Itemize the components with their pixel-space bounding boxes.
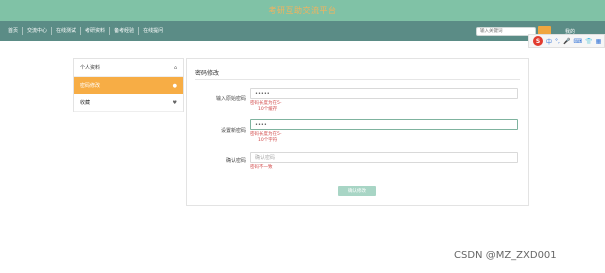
sidebar-item-favorites[interactable]: 收藏 ♥ (74, 94, 183, 112)
sogou-logo-icon[interactable]: S (533, 36, 543, 46)
old-password-label: 输入原始密码 (215, 96, 246, 102)
search-input[interactable] (476, 27, 536, 36)
old-password-field[interactable]: ••••• (250, 88, 518, 99)
ime-toolbar: S 中 °, 🎤 ⌨ 👕 ▦ (528, 34, 605, 48)
ime-mode-label[interactable]: 中 (546, 37, 552, 46)
nav-item-materials[interactable]: 考研资料 (81, 27, 111, 35)
grid-icon[interactable]: ▦ (596, 38, 602, 45)
keyboard-icon[interactable]: ⌨ (573, 38, 582, 45)
nav-item-experience[interactable]: 备考经验 (110, 27, 140, 35)
sidebar-item-label: 收藏 (80, 100, 91, 106)
nav-item-home[interactable]: 首页 (4, 27, 24, 35)
confirm-password-hint: 密码不一致 (250, 165, 273, 170)
nav-item-questions[interactable]: 在线提问 (139, 27, 167, 35)
new-password-field[interactable]: •••• (250, 119, 518, 130)
heart-icon: ♥ (172, 99, 177, 106)
punctuation-icon[interactable]: °, (555, 38, 560, 45)
confirm-password-label: 确认密码 (225, 158, 246, 164)
site-banner: 考研互助交流平台 (0, 0, 605, 21)
sidebar-item-password[interactable]: 密码修改 ● (74, 77, 183, 94)
microphone-icon[interactable]: 🎤 (563, 38, 570, 45)
home-icon: ⌂ (173, 64, 177, 71)
confirm-change-button[interactable]: 确认修改 (338, 186, 376, 196)
sidebar-item-label: 密码修改 (80, 83, 101, 89)
new-password-hint-2: 10个字符 (258, 138, 278, 143)
sidebar: 个人资料 ⌂ 密码修改 ● 收藏 ♥ (73, 58, 184, 112)
sidebar-item-label: 个人资料 (80, 65, 101, 71)
site-title: 考研互助交流平台 (268, 6, 337, 15)
skin-icon[interactable]: 👕 (585, 38, 592, 45)
panel-title: 密码修改 (195, 70, 220, 77)
old-password-hint-2: 10个缓存 (258, 107, 278, 112)
sidebar-item-profile[interactable]: 个人资料 ⌂ (74, 59, 183, 77)
nav-item-exchange[interactable]: 交流中心 (23, 27, 53, 35)
csdn-watermark: CSDN @MZ_ZXD001 (454, 250, 557, 261)
divider (195, 79, 520, 80)
nav-item-test[interactable]: 在线测试 (52, 27, 82, 35)
confirm-password-field[interactable]: 确认密码 (250, 152, 518, 163)
user-icon: ● (172, 82, 177, 89)
new-password-label: 设置新密码 (220, 128, 246, 134)
